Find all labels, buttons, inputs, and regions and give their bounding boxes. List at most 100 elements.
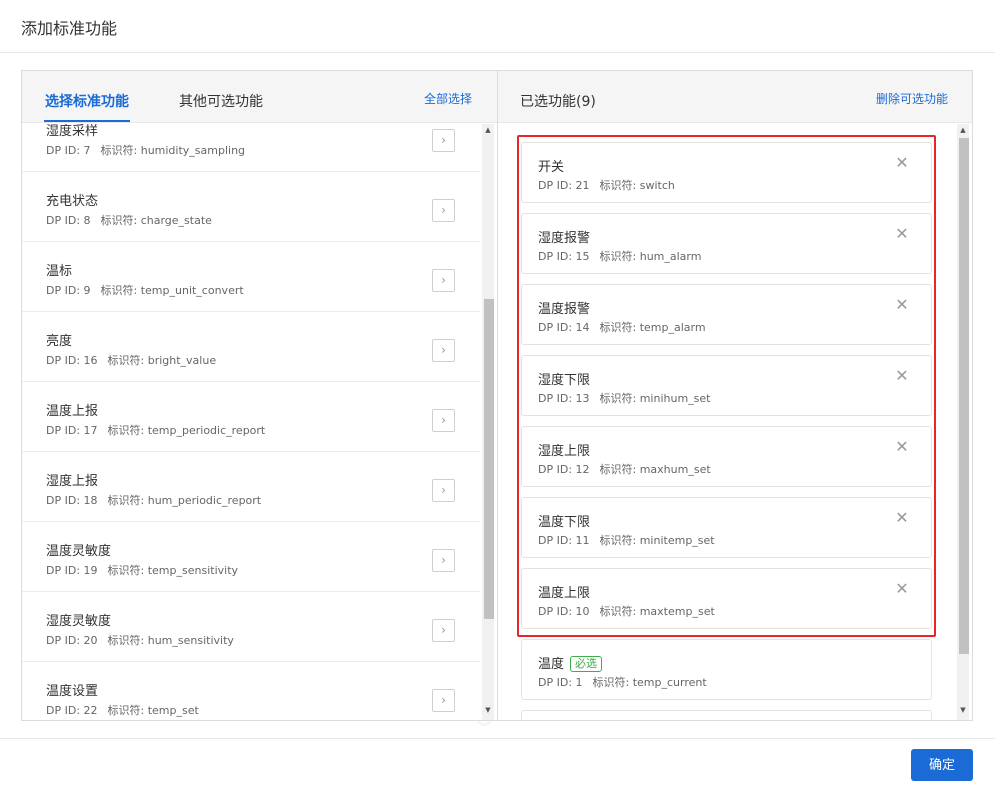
confirm-button[interactable]: 确定 (911, 749, 973, 781)
function-name: 湿度上报 (46, 474, 99, 489)
chevron-right-icon: › (441, 343, 446, 357)
chevron-right-icon: › (441, 623, 446, 637)
function-name: 湿度报警 (538, 231, 591, 246)
function-name: 温度设置 (46, 684, 99, 699)
function-name: 湿度采样 (46, 124, 99, 139)
scroll-up-arrow-icon[interactable]: ▲ (483, 126, 493, 134)
scroll-down-arrow-icon[interactable]: ▼ (958, 706, 968, 714)
add-function-button[interactable]: › (432, 269, 455, 292)
function-meta: DP ID: 7 标识符: humidity_sampling (46, 144, 246, 157)
function-name: 充电状态 (46, 194, 99, 209)
dialog-title: 添加标准功能 (21, 19, 118, 38)
list-item: 湿度采样 DP ID: 7 标识符: humidity_sampling › (22, 124, 480, 172)
right-panel-header: 已选功能(9) 删除可选功能 (498, 71, 972, 123)
chevron-right-icon: › (441, 203, 446, 217)
close-icon[interactable]: ✕ (894, 439, 910, 455)
add-function-button[interactable]: › (432, 339, 455, 362)
function-name: 温标 (46, 264, 73, 279)
function-meta: DP ID: 22 标识符: temp_set (46, 704, 199, 717)
scrollbar-thumb[interactable] (959, 138, 969, 654)
selected-item: 温度报警 DP ID: 14 标识符: temp_alarm ✕ (521, 284, 932, 345)
close-icon[interactable]: ✕ (894, 510, 910, 526)
function-meta: DP ID: 8 标识符: charge_state (46, 214, 212, 227)
right-list-scrollbar[interactable]: ▲ ▼ (957, 124, 969, 720)
list-item: 温度设置 DP ID: 22 标识符: temp_set › (22, 662, 480, 720)
selected-item: 湿度上限 DP ID: 12 标识符: maxhum_set ✕ (521, 426, 932, 487)
selected-item: 温度上限 DP ID: 10 标识符: maxtemp_set ✕ (521, 568, 932, 629)
selected-item: 温度下限 DP ID: 11 标识符: minitemp_set ✕ (521, 497, 932, 558)
selected-item: 湿度报警 DP ID: 15 标识符: hum_alarm ✕ (521, 213, 932, 274)
function-meta: DP ID: 21 标识符: switch (538, 179, 675, 192)
function-name: 温度报警 (538, 302, 591, 317)
list-item: 湿度上报 DP ID: 18 标识符: hum_periodic_report › (22, 452, 480, 522)
standard-function-list[interactable]: 湿度采样 DP ID: 7 标识符: humidity_sampling › 充电… (22, 124, 480, 720)
add-function-button[interactable]: › (432, 619, 455, 642)
function-name: 温度上报 (46, 404, 99, 419)
chevron-right-icon: › (441, 273, 446, 287)
list-item: 温标 DP ID: 9 标识符: temp_unit_convert › (22, 242, 480, 312)
function-meta: DP ID: 12 标识符: maxhum_set (538, 463, 711, 476)
standard-functions-panel: 选择标准功能 其他可选功能 全部选择 湿度采样 DP ID: 7 标识符: hum… (21, 70, 497, 721)
function-name: 湿度灵敏度 (46, 614, 112, 629)
function-meta: DP ID: 9 标识符: temp_unit_convert (46, 284, 244, 297)
function-name: 温度上限 (538, 586, 591, 601)
required-badge: 必选 (570, 656, 603, 672)
list-item: 充电状态 DP ID: 8 标识符: charge_state › (22, 172, 480, 242)
chevron-right-icon: › (441, 693, 446, 707)
list-item: 亮度 DP ID: 16 标识符: bright_value › (22, 312, 480, 382)
function-meta: DP ID: 20 标识符: hum_sensitivity (46, 634, 234, 647)
function-meta: DP ID: 14 标识符: temp_alarm (538, 321, 706, 334)
add-function-button[interactable]: › (432, 129, 455, 152)
chevron-right-icon: › (441, 553, 446, 567)
function-name: 温度下限 (538, 515, 591, 530)
list-item: 温度灵敏度 DP ID: 19 标识符: temp_sensitivity › (22, 522, 480, 592)
scroll-down-arrow-icon[interactable]: ▼ (483, 706, 493, 714)
function-name: 湿度上限 (538, 444, 591, 459)
tab-other-optional-functions[interactable]: 其他可选功能 (179, 91, 263, 111)
active-tab-indicator (44, 120, 130, 122)
footer-divider (0, 738, 995, 739)
remove-optional-functions-link[interactable]: 删除可选功能 (876, 90, 948, 107)
chevron-right-icon: › (441, 483, 446, 497)
add-function-button[interactable]: › (432, 479, 455, 502)
left-list-scrollbar[interactable]: ▲ ▼ (482, 124, 494, 720)
title-divider (0, 52, 995, 53)
close-icon[interactable]: ✕ (894, 155, 910, 171)
left-panel-header: 选择标准功能 其他可选功能 全部选择 (22, 71, 497, 123)
add-function-button[interactable]: › (432, 409, 455, 432)
add-function-button[interactable]: › (432, 199, 455, 222)
list-item: 温度上报 DP ID: 17 标识符: temp_periodic_report … (22, 382, 480, 452)
function-name: 湿度下限 (538, 373, 591, 388)
function-meta: DP ID: 11 标识符: minitemp_set (538, 534, 715, 547)
scrollbar-thumb[interactable] (484, 299, 494, 619)
close-icon[interactable]: ✕ (894, 368, 910, 384)
selected-item: 湿度下限 DP ID: 13 标识符: minihum_set ✕ (521, 355, 932, 416)
selected-item: 开关 DP ID: 21 标识符: switch ✕ (521, 142, 932, 203)
selected-item-required: 温度 必选 DP ID: 1 标识符: temp_current (521, 639, 932, 700)
function-meta: DP ID: 19 标识符: temp_sensitivity (46, 564, 239, 577)
function-meta: DP ID: 16 标识符: bright_value (46, 354, 217, 367)
selected-item (521, 710, 932, 720)
add-function-button[interactable]: › (432, 549, 455, 572)
function-meta: DP ID: 15 标识符: hum_alarm (538, 250, 702, 263)
function-name: 温度 必选 (538, 653, 603, 672)
function-meta: DP ID: 17 标识符: temp_periodic_report (46, 424, 266, 437)
function-name: 开关 (538, 160, 565, 175)
function-meta: DP ID: 10 标识符: maxtemp_set (538, 605, 715, 618)
chevron-right-icon: › (441, 133, 446, 147)
function-name: 温度灵敏度 (46, 544, 112, 559)
selected-function-list[interactable]: 开关 DP ID: 21 标识符: switch ✕ 湿度报警 DP ID: 15… (498, 124, 954, 720)
close-icon[interactable]: ✕ (894, 581, 910, 597)
list-item: 湿度灵敏度 DP ID: 20 标识符: hum_sensitivity › (22, 592, 480, 662)
select-all-link[interactable]: 全部选择 (424, 90, 472, 107)
function-meta: DP ID: 1 标识符: temp_current (538, 676, 707, 689)
tab-standard-functions[interactable]: 选择标准功能 (45, 91, 129, 111)
function-meta: DP ID: 18 标识符: hum_periodic_report (46, 494, 262, 507)
selected-functions-title: 已选功能(9) (520, 94, 596, 110)
close-icon[interactable]: ✕ (894, 297, 910, 313)
close-icon[interactable]: ✕ (894, 226, 910, 242)
scroll-up-arrow-icon[interactable]: ▲ (958, 126, 968, 134)
function-name: 亮度 (46, 334, 73, 349)
add-function-button[interactable]: › (432, 689, 455, 712)
chevron-right-icon: › (441, 413, 446, 427)
